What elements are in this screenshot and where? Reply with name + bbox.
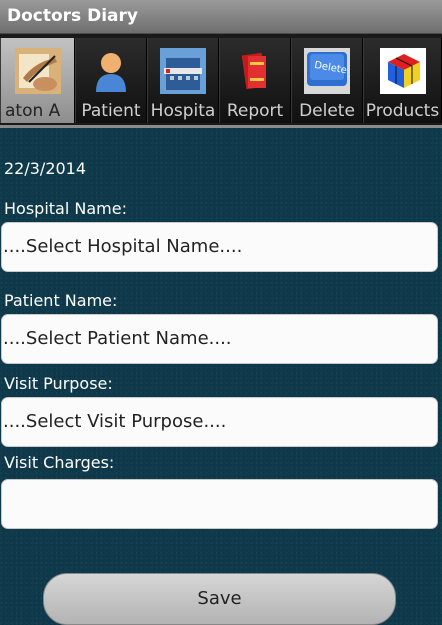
visit-charges-label: Visit Charges:	[4, 453, 115, 472]
tab-patient[interactable]: Patient	[75, 38, 147, 123]
tab-products[interactable]: Products	[363, 38, 442, 123]
tab-products-label: Products	[365, 101, 440, 121]
tab-hospital-label: Hospita	[150, 101, 216, 121]
tab-appointment-label: aton A	[5, 101, 61, 121]
app-title: Doctors Diary	[7, 6, 138, 26]
tab-hospital[interactable]: Hospita	[147, 38, 219, 123]
tab-report[interactable]: Report	[219, 38, 291, 123]
visit-purpose-select[interactable]: ....Select Visit Purpose....	[1, 397, 438, 447]
visit-purpose-label: Visit Purpose:	[4, 374, 113, 393]
patient-name-select[interactable]: ....Select Patient Name....	[1, 314, 438, 364]
tab-bar: aton A Patient Hospita Report Delete Del…	[0, 34, 442, 128]
hospital-building-icon	[160, 48, 206, 94]
rubiks-cube-icon	[379, 48, 426, 94]
hospital-name-label: Hospital Name:	[4, 199, 127, 218]
person-icon	[96, 53, 126, 92]
signing-hand-icon	[14, 48, 61, 94]
tab-delete-label: Delete	[299, 101, 355, 121]
tab-appointment[interactable]: aton A	[0, 38, 75, 123]
delete-key-icon: Delete	[304, 48, 350, 94]
hospital-name-select[interactable]: ....Select Hospital Name....	[1, 222, 438, 272]
patient-name-label: Patient Name:	[4, 291, 118, 310]
books-icon	[241, 52, 267, 90]
visit-date: 22/3/2014	[4, 159, 87, 178]
tab-delete[interactable]: Delete Delete	[291, 38, 363, 123]
visit-charges-input[interactable]	[1, 479, 438, 529]
app-title-bar: Doctors Diary	[0, 0, 442, 34]
tab-report-label: Report	[226, 101, 284, 121]
tab-patient-label: Patient	[81, 101, 141, 121]
save-button[interactable]: Save	[43, 573, 396, 625]
